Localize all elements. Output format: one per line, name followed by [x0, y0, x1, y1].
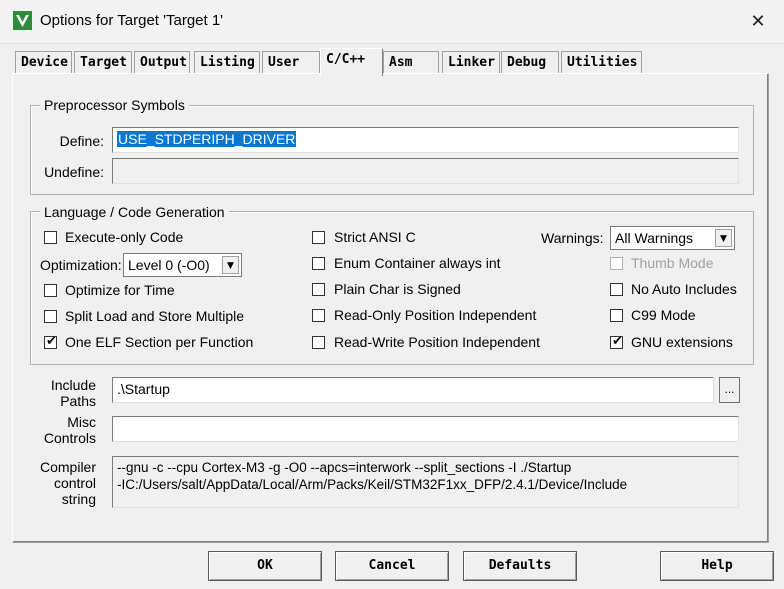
warnings-label: Warnings: — [541, 230, 604, 246]
compiler-string-label-3: string — [61, 491, 96, 507]
include-paths-input[interactable]: .\Startup — [112, 377, 714, 403]
thumb-mode-checkbox — [610, 257, 623, 270]
defaults-button[interactable]: Defaults — [463, 551, 577, 581]
strict-ansi-checkbox[interactable] — [312, 231, 325, 244]
language-group-label: Language / Code Generation — [40, 204, 229, 220]
no-auto-includes-label: No Auto Includes — [631, 281, 737, 297]
browse-include-button[interactable]: ... — [719, 377, 740, 403]
execute-only-label: Execute-only Code — [65, 229, 184, 245]
misc-controls-label-2: Controls — [43, 430, 96, 446]
gnu-ext-label: GNU extensions — [631, 334, 733, 350]
tab-utilities[interactable]: Utilities — [561, 51, 642, 73]
title-bar: Options for Target 'Target 1' ✕ — [0, 0, 784, 44]
tab-asm[interactable]: Asm — [383, 51, 439, 73]
rw-pi-checkbox[interactable] — [312, 336, 325, 349]
ro-pi-label: Read-Only Position Independent — [334, 307, 537, 323]
optimize-time-label: Optimize for Time — [65, 282, 175, 298]
rw-pi-label: Read-Write Position Independent — [334, 334, 540, 350]
include-paths-label-2: Paths — [60, 393, 96, 409]
include-paths-label-1: Include — [50, 377, 96, 393]
checkmark-icon: ✔ — [46, 334, 57, 349]
ro-pi-checkbox[interactable] — [312, 309, 325, 322]
split-load-label: Split Load and Store Multiple — [65, 308, 244, 324]
define-label: Define: — [59, 133, 104, 149]
optimization-value: Level 0 (-O0) — [128, 257, 210, 273]
compiler-string-line-1: --gnu -c --cpu Cortex-M3 -g -O0 --apcs=i… — [117, 460, 572, 475]
warnings-value: All Warnings — [615, 230, 694, 246]
close-icon[interactable]: ✕ — [738, 8, 778, 36]
c99-mode-checkbox[interactable] — [610, 309, 623, 322]
optimization-label: Optimization: — [40, 257, 122, 273]
compiler-string-textarea[interactable]: --gnu -c --cpu Cortex-M3 -g -O0 --apcs=i… — [112, 456, 739, 508]
plain-char-label: Plain Char is Signed — [334, 281, 461, 297]
execute-only-checkbox[interactable] — [44, 231, 57, 244]
chevron-down-icon[interactable]: ▼ — [715, 229, 732, 247]
enum-container-checkbox[interactable] — [312, 257, 325, 270]
undefine-label: Undefine: — [44, 164, 104, 180]
no-auto-includes-checkbox[interactable] — [610, 283, 623, 296]
tab-target[interactable]: Target — [74, 51, 132, 73]
thumb-mode-label: Thumb Mode — [631, 255, 714, 271]
tab-output[interactable]: Output — [134, 51, 190, 73]
optimize-time-checkbox[interactable] — [44, 284, 57, 297]
misc-controls-label-1: Misc — [67, 414, 96, 430]
enum-container-label: Enum Container always int — [334, 255, 501, 271]
compiler-string-label-2: control — [53, 475, 96, 491]
gnu-ext-checkbox[interactable]: ✔ — [610, 334, 623, 349]
tab-debug[interactable]: Debug — [501, 51, 559, 73]
ok-button[interactable]: OK — [208, 551, 322, 581]
one-elf-label: One ELF Section per Function — [65, 334, 254, 350]
strict-ansi-label: Strict ANSI C — [334, 229, 416, 245]
plain-char-checkbox[interactable] — [312, 283, 325, 296]
compiler-string-label-1: Compiler — [39, 459, 96, 475]
keil-app-icon — [13, 11, 32, 30]
optimization-select[interactable]: Level 0 (-O0) ▼ — [123, 253, 242, 277]
tab-device[interactable]: Device — [15, 51, 72, 73]
tab-user[interactable]: User — [262, 51, 320, 73]
one-elf-checkbox[interactable]: ✔ — [44, 334, 57, 349]
misc-controls-input[interactable] — [112, 416, 739, 442]
checkmark-icon: ✔ — [612, 334, 623, 349]
window-title: Options for Target 'Target 1' — [40, 12, 224, 29]
warnings-select[interactable]: All Warnings ▼ — [610, 226, 735, 250]
c99-mode-label: C99 Mode — [631, 307, 696, 323]
define-input[interactable]: USE_STDPERIPH_DRIVER — [112, 127, 739, 153]
help-button[interactable]: Help — [660, 551, 774, 581]
split-load-checkbox[interactable] — [44, 310, 57, 323]
tab-c-cpp[interactable]: C/C++ — [320, 48, 383, 76]
cancel-button[interactable]: Cancel — [335, 551, 449, 581]
tab-listing[interactable]: Listing — [194, 51, 260, 73]
undefine-input[interactable] — [112, 158, 739, 184]
tab-linker[interactable]: Linker — [442, 51, 500, 73]
define-value: USE_STDPERIPH_DRIVER — [117, 131, 297, 147]
compiler-string-line-2: -IC:/Users/salt/AppData/Local/Arm/Packs/… — [117, 477, 628, 492]
chevron-down-icon[interactable]: ▼ — [222, 256, 239, 274]
preprocessor-group-label: Preprocessor Symbols — [40, 97, 189, 113]
